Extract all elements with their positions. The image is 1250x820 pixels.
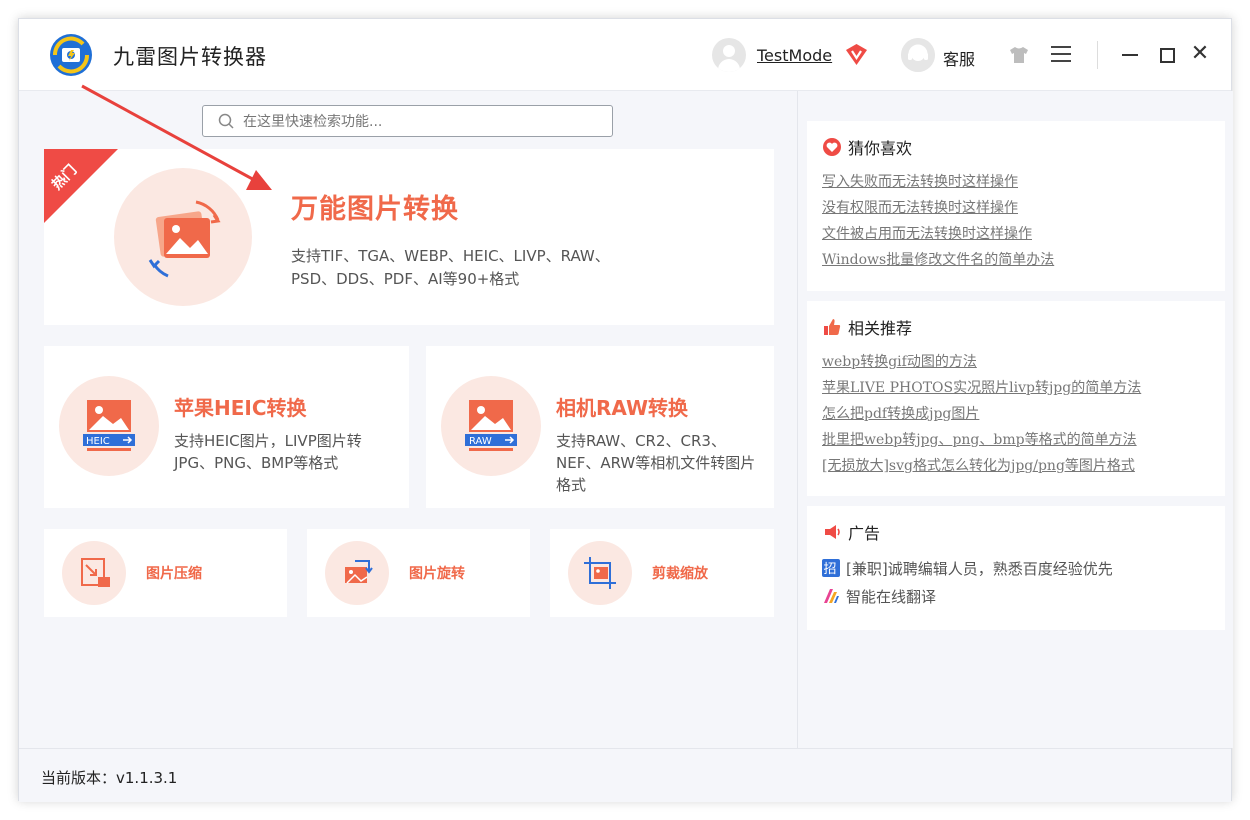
guess-link[interactable]: 文件被占用而无法转换时这样操作 <box>822 221 1225 247</box>
minimize-icon[interactable] <box>1119 43 1141 65</box>
raw-file-icon: RAW <box>465 400 517 451</box>
app-title: 九雷图片转换器 <box>113 45 267 69</box>
guess-you-like-title: 猜你喜欢 <box>848 139 913 158</box>
ad-item-translate[interactable]: 智能在线翻译 <box>822 582 1225 610</box>
ads-header: 广告 <box>822 520 1225 544</box>
raw-convert-card[interactable]: RAW 相机RAW转换 支持RAW、CR2、CR3、NEF、ARW等相机文件转图… <box>426 346 774 508</box>
related-link[interactable]: webp转换gif动图的方法 <box>822 349 1225 375</box>
recruit-icon: 招 <box>822 559 840 577</box>
version-label: 当前版本：v1.1.3.1 <box>41 769 178 787</box>
guess-link[interactable]: 没有权限而无法转换时这样操作 <box>822 195 1225 221</box>
universal-convert-desc-line1: 支持TIF、TGA、WEBP、HEIC、LIVP、RAW、 <box>291 247 610 265</box>
compress-tool-label: 图片压缩 <box>146 566 202 582</box>
related-link[interactable]: 批里把webp转jpg、png、bmp等格式的简单方法 <box>822 427 1225 453</box>
user-avatar[interactable] <box>712 38 746 72</box>
vip-badge-icon[interactable] <box>844 42 869 67</box>
crop-tool-label: 剪裁缩放 <box>652 566 708 582</box>
search-box[interactable] <box>202 105 613 137</box>
search-icon <box>218 113 234 129</box>
thumbs-up-icon <box>824 319 841 335</box>
app-logo-icon <box>50 34 92 76</box>
rotate-tool-label: 图片旋转 <box>409 566 465 582</box>
username-link[interactable]: TestMode <box>757 46 832 65</box>
related-link[interactable]: 怎么把pdf转换成jpg图片 <box>822 401 1225 427</box>
universal-convert-desc: 支持TIF、TGA、WEBP、HEIC、LIVP、RAW、 PSD、DDS、PD… <box>291 245 651 291</box>
raw-icon-text: RAW <box>469 436 492 447</box>
compress-icon-bg <box>62 541 126 605</box>
universal-convert-icon-bg <box>114 168 252 306</box>
related-recommend-panel: 相关推荐 webp转换gif动图的方法 苹果LIVE PHOTOS实况照片liv… <box>807 301 1225 496</box>
raw-icon-bg: RAW <box>441 376 541 476</box>
heic-convert-title: 苹果HEIC转换 <box>174 396 307 420</box>
translate-icon <box>824 589 839 603</box>
rotate-icon <box>345 560 373 584</box>
compress-tool-card[interactable]: 图片压缩 <box>44 529 287 617</box>
svg-text:招: 招 <box>824 562 837 577</box>
universal-convert-desc-line2: PSD、DDS、PDF、AI等90+格式 <box>291 270 520 288</box>
maximize-icon[interactable] <box>1155 43 1177 65</box>
skin-tshirt-icon[interactable] <box>1009 46 1029 64</box>
rotate-tool-card[interactable]: 图片旋转 <box>307 529 530 617</box>
ad-item-job[interactable]: 招 [兼职]诚聘编辑人员，熟悉百度经验优先 <box>822 554 1225 582</box>
heic-icon-bg: HEIC <box>59 376 159 476</box>
image-convert-icon <box>148 200 221 278</box>
crop-tool-card[interactable]: 剪裁缩放 <box>550 529 774 617</box>
heic-convert-card[interactable]: HEIC 苹果HEIC转换 支持HEIC图片，LIVP图片转JPG、PNG、BM… <box>44 346 409 508</box>
ads-title: 广告 <box>848 524 881 543</box>
ad-item-translate-label: 智能在线翻译 <box>846 587 937 606</box>
titlebar-divider <box>1097 41 1098 69</box>
raw-convert-title: 相机RAW转换 <box>556 396 689 420</box>
rotate-icon-bg <box>325 541 389 605</box>
megaphone-icon <box>825 525 840 539</box>
status-bar: 当前版本：v1.1.3.1 <box>19 748 1231 802</box>
heic-icon-text: HEIC <box>86 436 110 447</box>
universal-convert-card[interactable]: 热门 万能图片转换 支持TIF、TGA、WEBP、HEIC、LIVP、RAW、 … <box>44 149 774 325</box>
app-window: 九雷图片转换器 TestMode 客服 ✕ 在这里快速检索功能... 热门 万能… <box>18 18 1233 802</box>
related-recommend-header: 相关推荐 <box>822 315 1225 339</box>
guess-link[interactable]: Windows批量修改文件名的简单办法 <box>822 247 1225 273</box>
crop-icon <box>584 557 616 589</box>
customer-service-label[interactable]: 客服 <box>943 46 975 70</box>
heic-convert-desc: 支持HEIC图片，LIVP图片转JPG、PNG、BMP等格式 <box>174 432 362 472</box>
universal-convert-title: 万能图片转换 <box>291 194 459 225</box>
guess-you-like-header: 猜你喜欢 <box>822 135 1225 159</box>
close-icon[interactable]: ✕ <box>1189 43 1211 65</box>
related-recommend-title: 相关推荐 <box>848 319 913 338</box>
related-link[interactable]: 苹果LIVE PHOTOS实况照片livp转jpg的简单方法 <box>822 375 1225 401</box>
ads-panel: 广告 招 [兼职]诚聘编辑人员，熟悉百度经验优先 智能在线翻译 <box>807 506 1225 630</box>
raw-convert-desc: 支持RAW、CR2、CR3、NEF、ARW等相机文件转图片格式 <box>556 432 756 494</box>
main-panel: 热门 万能图片转换 支持TIF、TGA、WEBP、HEIC、LIVP、RAW、 … <box>19 91 798 748</box>
ad-item-job-label: [兼职]诚聘编辑人员，熟悉百度经验优先 <box>846 559 1113 578</box>
guess-you-like-panel: 猜你喜欢 写入失败而无法转换时这样操作 没有权限而无法转换时这样操作 文件被占用… <box>807 121 1225 291</box>
crop-icon-bg <box>568 541 632 605</box>
sidebar: 猜你喜欢 写入失败而无法转换时这样操作 没有权限而无法转换时这样操作 文件被占用… <box>799 91 1233 748</box>
title-bar: 九雷图片转换器 TestMode 客服 ✕ <box>19 19 1231 91</box>
related-link[interactable]: [无损放大]svg格式怎么转化为jpg/png等图片格式 <box>822 453 1225 479</box>
guess-link[interactable]: 写入失败而无法转换时这样操作 <box>822 169 1225 195</box>
compress-icon <box>81 558 110 587</box>
heart-icon <box>823 138 841 156</box>
customer-service-icon[interactable] <box>901 38 935 72</box>
search-input[interactable] <box>243 112 603 132</box>
heic-file-icon: HEIC <box>83 400 135 451</box>
menu-icon[interactable] <box>1051 46 1073 64</box>
